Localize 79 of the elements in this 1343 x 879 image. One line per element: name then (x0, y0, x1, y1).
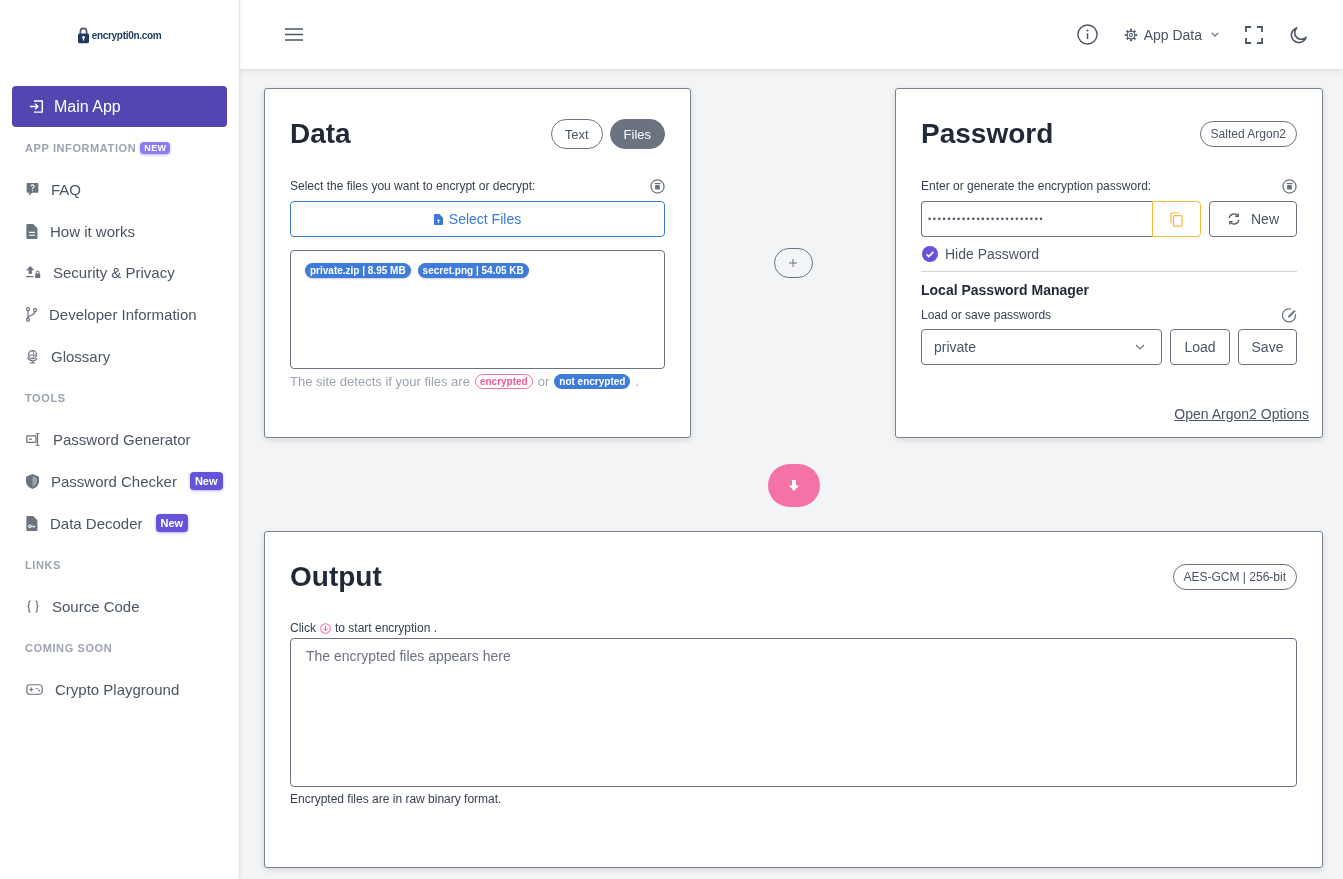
panel-title: Data (290, 117, 351, 151)
footnote-text: Encrypted files are in raw binary format. (290, 791, 502, 807)
mode-tab[interactable]: Files (609, 119, 665, 149)
note-text: or (537, 373, 550, 389)
panel-title: Output (290, 560, 382, 594)
arrow-down-circle-icon (320, 622, 331, 634)
globe-icon (26, 348, 39, 364)
note-text: . (635, 373, 640, 389)
braces-icon (26, 599, 40, 613)
checkbox[interactable] (922, 246, 938, 262)
encrypted-tag: encrypted (474, 373, 533, 389)
chevron-down-icon (1211, 32, 1219, 37)
arrow-into-box-icon (29, 100, 44, 113)
nav-link[interactable]: Developer Information (12, 293, 227, 336)
fullscreen-icon[interactable] (1245, 25, 1263, 44)
section-heading: TOOLS (25, 391, 66, 404)
select-files-button[interactable]: Select Files (290, 201, 665, 237)
gear-icon (1123, 27, 1138, 42)
chevron-down-icon (1135, 344, 1145, 350)
hint-text: to start encryption . (335, 621, 438, 635)
mode-tab[interactable]: Text (550, 119, 603, 149)
password-field[interactable]: •••••••••••••••••••••••• (921, 201, 1152, 237)
padlock-icon (77, 26, 89, 44)
section-heading: COMING SOON (25, 642, 113, 655)
file-chip: secret.png | 54.05 KB (417, 263, 529, 278)
document-icon (26, 223, 38, 239)
file-key-icon (26, 515, 38, 531)
nav-link[interactable]: How it works (12, 210, 227, 253)
not-encrypted-tag: not encrypted (554, 373, 631, 389)
field-label: Select the files you want to encrypt or decrypt: (290, 179, 536, 193)
argon2-options-link[interactable]: Open Argon2 Options (1174, 405, 1309, 423)
upload-lock-icon (26, 266, 41, 280)
logo-text: encrypti0n.com (91, 29, 162, 41)
load-button[interactable]: Load (1170, 329, 1230, 365)
branch-icon (26, 307, 37, 323)
file-chip: private.zip | 8.95 MB (305, 263, 411, 278)
edit-icon[interactable] (1282, 307, 1297, 323)
moon-icon[interactable] (1289, 24, 1309, 45)
input-cursor-icon (26, 433, 41, 447)
new-badge: New (155, 514, 189, 533)
nav-link[interactable]: FAQ (12, 168, 227, 211)
arrow-down-icon (788, 480, 799, 491)
save-button[interactable]: Save (1238, 329, 1297, 365)
nav-link[interactable]: Source Code (12, 585, 227, 628)
trash-icon[interactable] (650, 178, 665, 194)
new-password-button[interactable]: New (1209, 201, 1297, 237)
field-label: Load or save passwords (921, 308, 1052, 322)
gamepad-icon (26, 684, 43, 696)
hint-text: Click (290, 621, 316, 635)
panel-title: Password (921, 117, 1054, 151)
section-heading: LINKS (25, 558, 61, 571)
shield-icon (26, 473, 39, 489)
nav-link[interactable]: Password Generator (12, 418, 227, 461)
field-label: Enter or generate the encryption password: (921, 179, 1152, 193)
output-area[interactable]: The encrypted files appears here (290, 638, 1297, 787)
nav-link[interactable]: Password Checker New (12, 460, 227, 503)
app-data-menu[interactable]: App Data (1123, 26, 1219, 43)
info-icon[interactable] (1076, 24, 1098, 45)
nav-link[interactable]: Main App (12, 86, 227, 127)
note-text: The site detects if your files are (290, 373, 470, 389)
new-badge: New (189, 472, 223, 491)
section-heading: APP INFORMATION (25, 141, 137, 154)
trash-icon[interactable] (1282, 178, 1297, 194)
password-select[interactable]: private (921, 329, 1162, 365)
menu-icon[interactable] (285, 28, 303, 41)
nav-link[interactable]: Data Decoder New (12, 502, 227, 544)
encrypt-button[interactable] (767, 464, 820, 507)
section-title: Local Password Manager (921, 281, 1090, 299)
copy-icon (1170, 211, 1183, 227)
file-drop-area[interactable]: private.zip | 8.95 MB secret.png | 54.05 KB (290, 250, 665, 369)
nav-link[interactable]: Glossary (12, 335, 227, 378)
new-badge: NEW (140, 141, 171, 154)
plus-icon (789, 259, 797, 267)
file-upload-icon (433, 213, 443, 225)
nav-link[interactable]: Security & Privacy (12, 252, 227, 294)
question-bubble-icon (26, 182, 39, 198)
refresh-icon (1227, 213, 1241, 225)
nav-link[interactable]: Crypto Playground (12, 668, 227, 711)
checkbox-label: Hide Password (945, 246, 1040, 262)
